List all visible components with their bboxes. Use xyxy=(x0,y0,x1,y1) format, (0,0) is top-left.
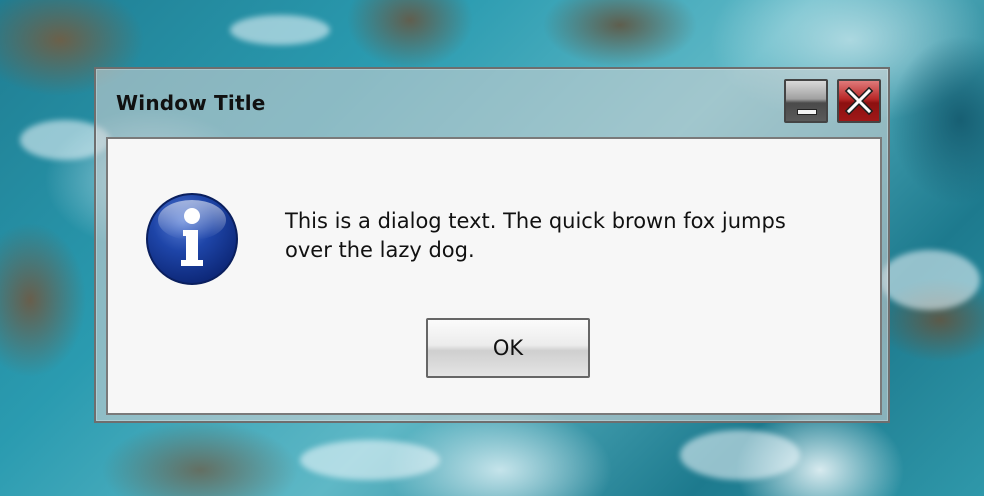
close-icon xyxy=(844,86,874,116)
minimize-button[interactable] xyxy=(784,79,828,123)
title-bar[interactable]: Window Title xyxy=(96,69,888,135)
ok-button[interactable]: OK xyxy=(426,318,590,378)
close-button[interactable] xyxy=(837,79,881,123)
info-icon xyxy=(146,193,238,285)
window-title: Window Title xyxy=(116,91,266,115)
minimize-icon xyxy=(797,109,817,115)
dialog-message: This is a dialog text. The quick brown f… xyxy=(285,209,786,262)
wave-foam xyxy=(230,15,330,45)
wave-foam xyxy=(880,250,980,310)
desktop-background: Window Title This is a dialog text. The … xyxy=(0,0,984,496)
wave-foam xyxy=(680,430,800,480)
dialog-window: Window Title This is a dialog text. The … xyxy=(94,67,890,423)
wave-foam xyxy=(300,440,440,480)
dialog-content: This is a dialog text. The quick brown f… xyxy=(106,137,882,415)
